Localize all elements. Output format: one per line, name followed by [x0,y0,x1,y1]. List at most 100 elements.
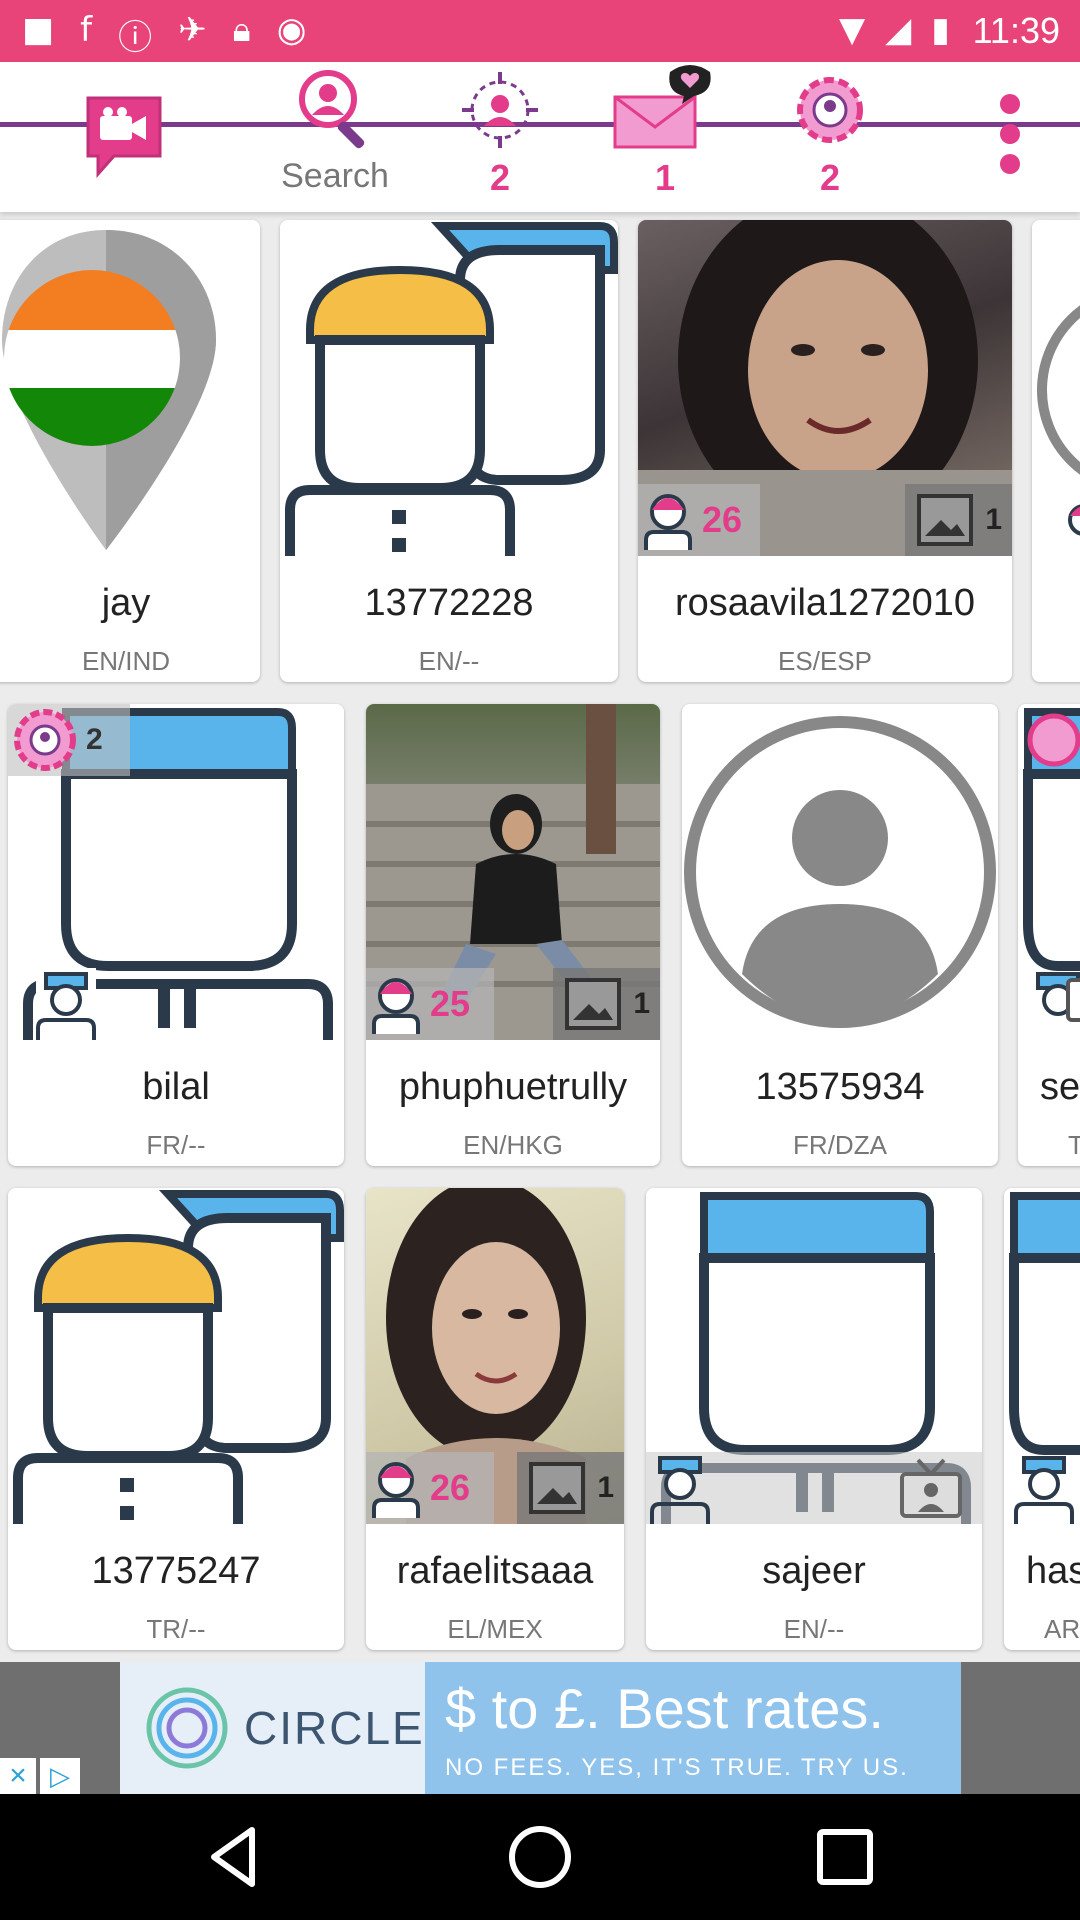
user-name: 13575934 [755,1066,925,1108]
circle-logo-icon [146,1687,228,1769]
friends-badge: 2 [8,704,130,776]
top-tab-bar: Search 2 1 2 [0,62,1080,212]
age-value: 26 [702,499,743,540]
alert-icon: ⓘ [118,18,153,58]
mail-heart-icon [613,65,711,149]
facebook-icon: f [80,10,93,50]
partial-avatar [1018,704,1080,1040]
friends-count: 2 [819,157,841,198]
photo-gallery-icon [565,978,622,1030]
user-language: EN/IND [81,646,171,676]
user-photo: 26 1 [366,1188,624,1524]
partial-avatar [1004,1188,1080,1524]
back-icon[interactable] [200,1822,270,1892]
app-icon: ■ [22,10,55,50]
user-card[interactable]: 25 1 phuphuetrully EN/HKG [366,704,660,1166]
search-user-icon [299,70,365,149]
home-icon[interactable] [505,1822,575,1892]
tab-friends[interactable]: 2 [785,62,875,212]
age-value: 25 [430,983,471,1024]
photo-count: 1 [597,1471,614,1504]
notification-icons: ■ f ⓘ ✈ 🔒︎ ◉ [22,10,306,59]
battery-icon: ▮ [931,10,950,50]
ad-close-icon[interactable]: × [0,1758,36,1794]
user-name: phuphuetrully [398,1066,628,1108]
user-language: T [1068,1130,1080,1160]
user-photo: 25 1 [366,704,660,1040]
photo-count-badge: 1 [517,1452,624,1524]
user-language: EL/MEX [447,1614,543,1644]
photo-count-badge: 1 [905,484,1012,556]
ad-subline: NO FEES. YES, IT'S TRUE. TRY US. [445,1754,909,1781]
photo-gallery-icon [529,1462,586,1514]
couple-avatar-icon [13,1190,344,1524]
age-badge: 25 [366,968,494,1040]
ad-brand-panel: CIRCLE [120,1662,425,1794]
user-grid: jay EN/IND 13772228 EN/-- 26 1 rosaavila… [0,212,1080,1662]
user-card[interactable]: 2 bilal FR/-- [8,704,344,1166]
visitors-count: 2 [489,157,511,198]
photo-count: 1 [633,987,650,1020]
tv-webcam-icon [900,1458,962,1518]
user-avatar-partial [1037,305,1080,536]
male-avatar-placeholder: 2 [8,704,344,1040]
user-name: sajeer [762,1550,866,1592]
user-card[interactable]: se T [1018,704,1080,1166]
navigation-bar [0,1794,1080,1920]
user-card[interactable]: 26 1 rafaelitsaaa EL/MEX [366,1188,624,1650]
tab-visitors[interactable]: 2 [455,62,545,212]
male-avatar-partial [1009,1192,1080,1524]
default-avatar [682,704,998,1040]
partial-avatar [1032,220,1080,556]
friends-count: 2 [86,723,103,756]
tab-search[interactable]: Search [270,62,400,212]
photo-count: 1 [985,503,1002,536]
user-language: AR [1044,1614,1080,1644]
female-user-icon [644,494,692,550]
user-card[interactable] [1032,220,1080,682]
user-language: EN/HKG [463,1130,563,1160]
user-card[interactable]: sajeer EN/-- [646,1188,982,1650]
user-card[interactable]: 13575934 FR/DZA [682,704,998,1166]
tab-messages[interactable]: 1 [610,62,720,212]
default-person-icon [684,716,996,1028]
overflow-menu-button[interactable] [990,62,1030,212]
user-card[interactable]: 13775247 TR/-- [8,1188,344,1650]
photo-count-badge: 1 [553,968,660,1040]
system-icons: ▼ ◢ ▮ [839,10,950,50]
tab-video-chat[interactable] [80,62,170,212]
ad-message-panel: $ to £. Best rates. NO FEES. YES, IT'S T… [425,1662,961,1794]
wifi-icon: ▼ [838,10,866,50]
ad-choices-icon[interactable]: ▷ [40,1758,80,1794]
ad-banner[interactable]: CIRCLE $ to £. Best rates. NO FEES. YES,… [0,1662,1080,1794]
messages-count: 1 [654,157,676,198]
user-name: bilal [142,1066,210,1108]
ad-brand-name: CIRCLE [244,1702,425,1754]
user-language: ES/ESP [778,646,872,676]
user-card[interactable]: 26 1 rosaavila1272010 ES/ESP [638,220,1012,682]
signal-icon: ◢ [885,10,912,50]
user-photo: 26 1 [638,220,1012,556]
user-language: FR/-- [146,1130,206,1160]
satellite-icon: ✈ [178,10,207,50]
female-user-icon [372,978,420,1034]
user-language: FR/DZA [793,1130,887,1160]
video-chat-icon [86,96,162,178]
ad-headline: $ to £. Best rates. [445,1677,884,1740]
user-name: has [1026,1550,1080,1592]
male-avatar-partial [1023,708,1080,1022]
country-flag-pin [0,220,260,556]
male-avatar-placeholder [646,1188,982,1524]
user-card[interactable]: jay EN/IND [0,220,260,682]
user-card[interactable]: has AR [1004,1188,1080,1650]
user-name: 13775247 [91,1550,261,1592]
recents-icon[interactable] [810,1822,880,1892]
user-language: EN/-- [783,1614,845,1644]
tab-label: Search [281,157,389,195]
couple-avatar-placeholder [8,1188,344,1524]
user-card[interactable]: 13772228 EN/-- [280,220,618,682]
friends-wheel-icon [797,77,863,143]
photo-gallery-icon [917,494,974,546]
user-language: EN/-- [418,646,480,676]
female-user-icon [372,1462,420,1518]
